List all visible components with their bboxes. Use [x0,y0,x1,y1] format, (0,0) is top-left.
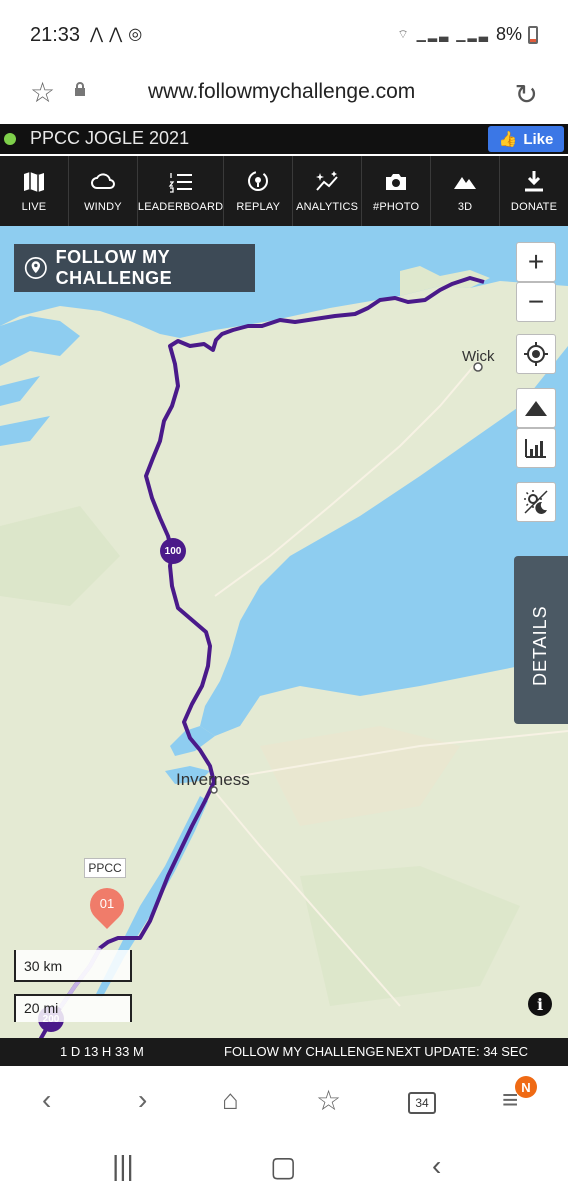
tool-label: ANALYTICS [296,201,359,213]
cloud-icon [90,173,115,189]
back-icon[interactable]: ‹ [42,1084,51,1116]
tool-label: LEADERBOARD [137,201,224,213]
tool-donate[interactable]: DONATE [500,156,568,226]
status-right: ⌔ ▁▂▃ ▁▂▃ 8% [397,24,538,45]
tool-label: LIVE [21,201,47,213]
chart-button[interactable] [516,428,556,468]
logo-text: FOLLOW MY CHALLENGE [55,247,173,288]
sync-icon: ◎ [128,26,149,43]
place-label-wick: Wick [462,348,495,365]
browser-nav: ‹ › ⌂ ☆ 34 ≡ N [0,1066,568,1136]
tabs-button[interactable]: 34 [408,1092,436,1114]
url-bar: ☆ www.followmychallenge.com ↻ [0,70,568,124]
tool-leaderboard[interactable]: LEADERBOARD [137,156,225,226]
tool-label: REPLAY [236,201,281,213]
tool-label: WINDY [84,201,122,213]
like-label: Like [523,130,554,148]
footer-brand: FOLLOW MY CHALLENGE [224,1044,385,1059]
system-back-icon[interactable]: ‹ [432,1150,441,1182]
battery-icon [528,25,538,44]
forward-icon[interactable]: › [138,1084,147,1116]
sparkle-chart-icon [316,171,338,191]
replay-pin-icon [248,171,269,191]
wifi-icon: ⌔ [397,27,411,41]
place-label-inverness: Inverness [176,770,250,789]
toolbar: LIVE WINDY LEADERBOARD REPLAY ANALYTICS … [0,156,568,226]
page-title: PPCC JOGLE 2021 [30,128,190,148]
tool-replay[interactable]: REPLAY [224,156,294,226]
tool-analytics[interactable]: ANALYTICS [293,156,363,226]
signal-icon: ▁▂▃ [416,27,451,42]
rider-tag: PPCC [84,858,126,878]
info-icon[interactable]: i [528,992,552,1016]
mountain-icon [525,401,547,416]
map[interactable]: FOLLOW MY CHALLENGE + − DETAILS Wick Inv… [0,226,568,1040]
like-button[interactable]: 👍 Like [488,126,564,152]
bookmark-star-icon[interactable]: ☆ [30,76,55,109]
system-nav: ||| ▢ ‹ [0,1136,568,1200]
map-icon [23,172,44,192]
strava-icon: ⋀ [90,26,110,43]
live-status-dot [4,133,16,145]
tool-label: 3D [457,201,473,213]
camera-icon [386,174,407,190]
bar-chart-icon [525,439,546,458]
crosshair-icon [524,342,548,366]
day-night-button[interactable] [516,482,556,522]
battery-percent: 8% [495,24,522,44]
home-icon[interactable]: ⌂ [222,1084,239,1116]
status-bar: 21:33 ⋀⋀◎ ⌔ ▁▂▃ ▁▂▃ 8% [0,0,568,70]
map-logo: FOLLOW MY CHALLENGE [14,244,255,292]
lock-icon [75,82,85,96]
elapsed-time: 1 D 13 H 33 M [60,1044,144,1059]
tool-label: #PHOTO [373,201,420,213]
list-numbered-icon [168,173,192,193]
details-label: DETAILS [530,605,550,686]
next-update: NEXT UPDATE: 34 SEC [386,1044,528,1059]
rider-number: 01 [99,896,115,911]
url-text[interactable]: www.followmychallenge.com [148,80,415,104]
locate-button[interactable] [516,334,556,374]
bookmarks-icon[interactable]: ☆ [316,1084,341,1117]
tool-windy[interactable]: WINDY [69,156,138,226]
tool-photo[interactable]: #PHOTO [362,156,432,226]
distance-marker-100[interactable]: 100 [160,538,186,564]
thumbs-up-icon: 👍 [498,131,518,148]
details-tab[interactable]: DETAILS [514,556,568,724]
download-icon [525,171,544,192]
home-button-icon[interactable]: ▢ [270,1150,296,1183]
location-pin-icon [24,257,47,279]
reload-icon[interactable]: ↻ [515,78,538,111]
notification-badge: N [515,1076,537,1098]
signal-icon: ▁▂▃ [456,27,490,42]
sun-moon-icon [524,490,548,514]
footer-bar: 1 D 13 H 33 M FOLLOW MY CHALLENGE NEXT U… [0,1038,568,1066]
zoom-out-button[interactable]: − [516,282,556,322]
status-time: 21:33 [30,24,81,46]
scale-mi: 20 mi [14,994,132,1022]
scale-km: 30 km [14,950,132,982]
recent-apps-icon[interactable]: ||| [112,1150,134,1182]
elevation-button[interactable] [516,388,556,428]
zoom-in-button[interactable]: + [516,242,556,282]
strava-icon: ⋀ [109,26,129,43]
tool-3d[interactable]: 3D [431,156,501,226]
tool-live[interactable]: LIVE [0,156,69,226]
tool-label: DONATE [510,201,558,213]
title-bar: PPCC JOGLE 2021 👍 Like [0,124,568,154]
notification-icons: ⋀⋀◎ [90,24,148,44]
mountain-icon [454,177,477,189]
